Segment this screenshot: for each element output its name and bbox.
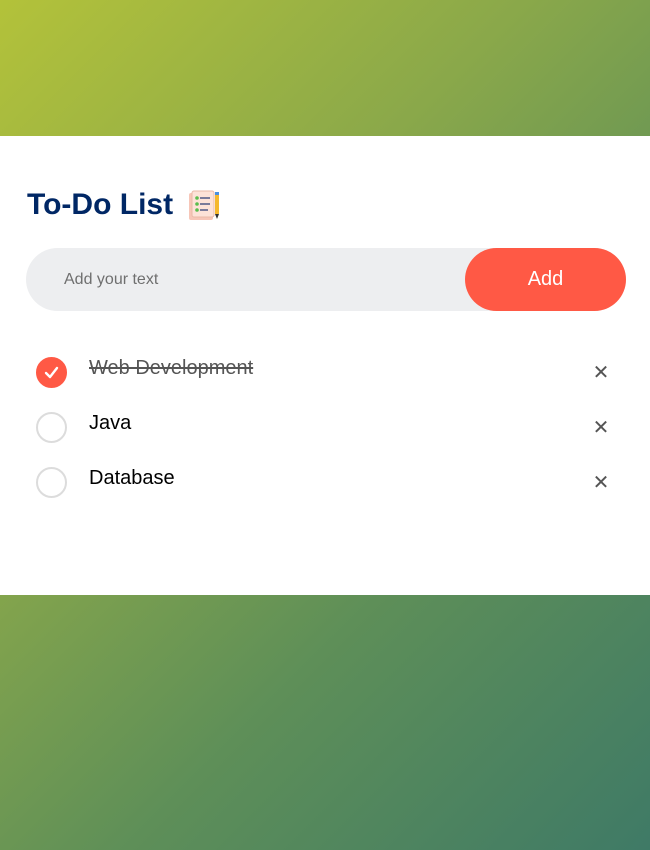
checkbox-checked[interactable] <box>36 357 67 388</box>
task-label: Java <box>89 412 132 434</box>
add-task-row: Add <box>26 247 626 312</box>
task-label: Database <box>89 467 175 489</box>
close-icon[interactable]: ✕ <box>588 359 614 385</box>
close-icon[interactable]: ✕ <box>588 414 614 440</box>
task-item[interactable]: Web Development ✕ <box>26 345 626 400</box>
task-list: Web Development ✕ Java ✕ Database ✕ <box>26 345 626 510</box>
add-button[interactable]: Add <box>465 248 626 311</box>
task-label: Web Development <box>89 357 254 379</box>
checkbox-unchecked[interactable] <box>36 467 67 498</box>
check-icon <box>44 366 59 379</box>
close-icon[interactable]: ✕ <box>588 469 614 495</box>
task-item[interactable]: Database ✕ <box>26 455 626 510</box>
notepad-checklist-icon <box>187 188 221 222</box>
task-input[interactable] <box>26 247 465 312</box>
task-item[interactable]: Java ✕ <box>26 400 626 455</box>
checkbox-unchecked[interactable] <box>36 412 67 443</box>
page-title: To-Do List <box>27 188 174 221</box>
title-row: To-Do List <box>27 185 221 225</box>
